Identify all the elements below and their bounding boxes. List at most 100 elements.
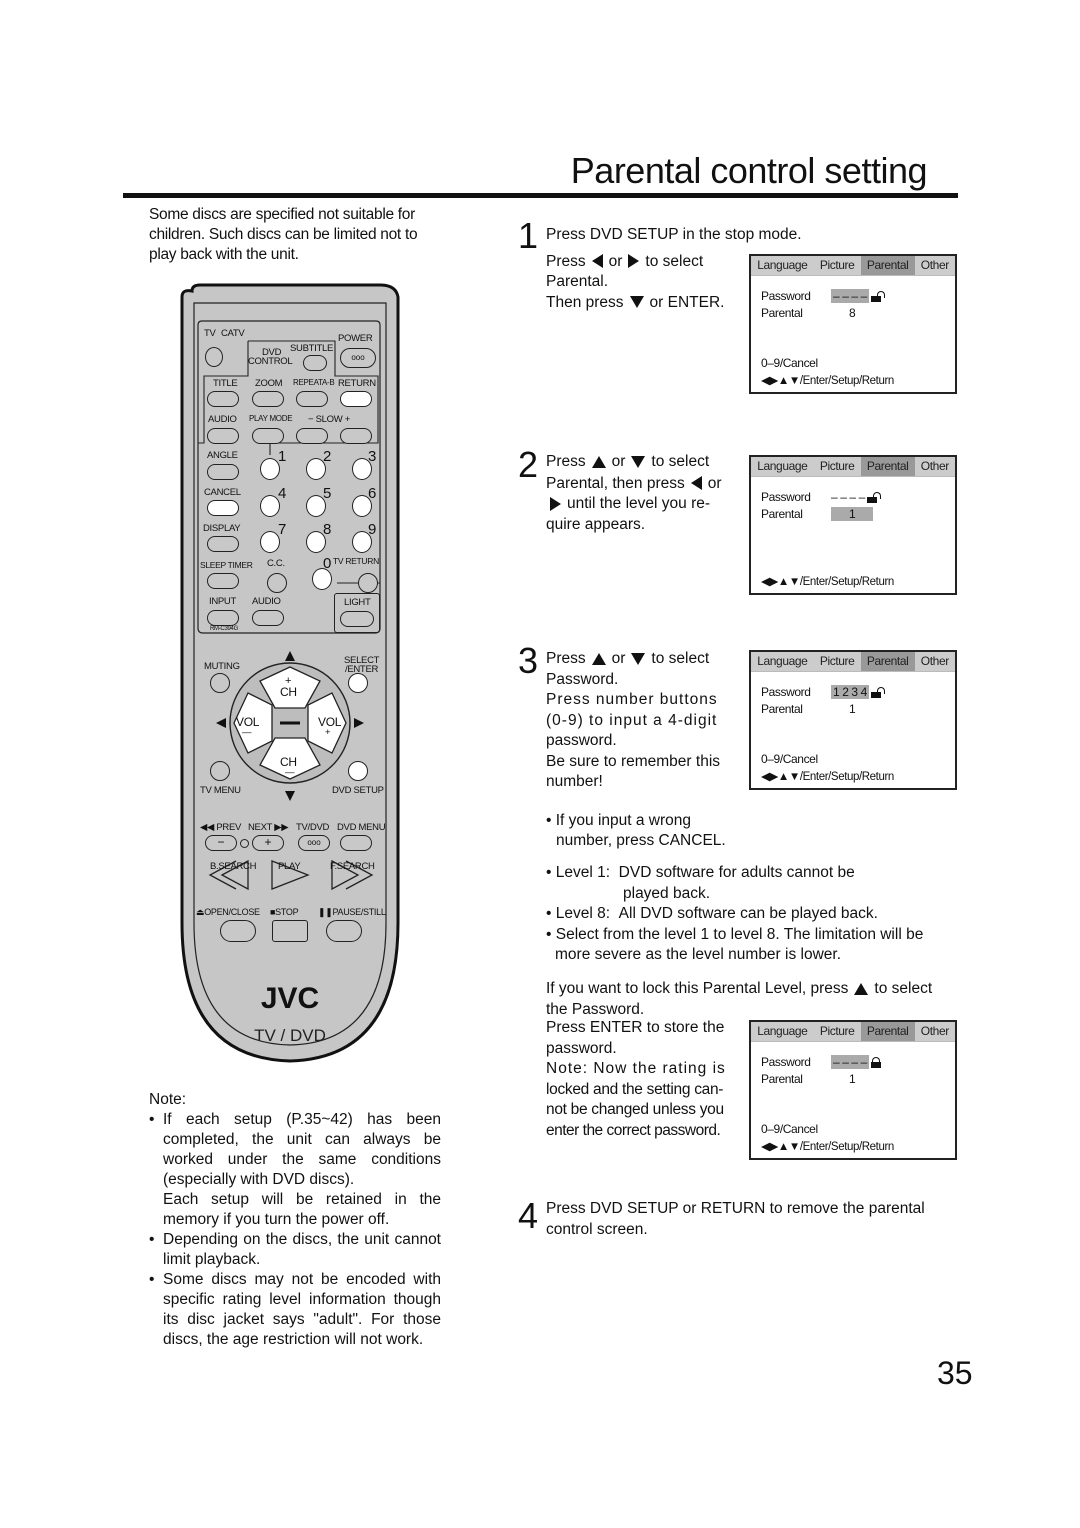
slow-minus-button[interactable] [296, 428, 328, 444]
next-button[interactable]: + [252, 835, 284, 851]
power-button[interactable]: ooo [340, 348, 376, 368]
osd-password-label: Password [761, 289, 811, 303]
osd-tab-language[interactable]: Language [751, 652, 814, 671]
input-button[interactable] [207, 610, 239, 626]
note-item: Each setup will be retained in the memor… [163, 1191, 441, 1228]
prev-button[interactable]: − [205, 835, 237, 851]
osd-parental-value[interactable]: 1 [831, 1072, 856, 1086]
osd-parental-value[interactable]: 8 [831, 306, 856, 320]
digit-7-button[interactable] [260, 531, 280, 553]
light-button[interactable] [340, 611, 374, 627]
osd-tab-picture[interactable]: Picture [814, 256, 861, 275]
osd-tab-picture[interactable]: Picture [814, 652, 861, 671]
osd-password-digits: – – – – [831, 490, 865, 504]
label-catv: CATV [221, 328, 245, 339]
digit-4-button[interactable] [260, 495, 280, 517]
page-title: Parental control setting [570, 150, 928, 191]
play-button[interactable] [272, 873, 308, 903]
label-input: INPUT [209, 596, 237, 607]
subtitle-button[interactable] [303, 355, 327, 371]
zoom-button[interactable] [252, 391, 284, 407]
label-audio: AUDIO [208, 414, 237, 425]
audio-2-button[interactable] [252, 610, 284, 626]
ch-up-button[interactable]: CH [280, 685, 297, 699]
step-4-text: Press DVD SETUP or RETURN to remove the … [546, 1199, 961, 1240]
step-3-tip-2: number, press CANCEL. [556, 832, 726, 849]
lock-section: If you want to lock this Parental Level,… [546, 979, 961, 1020]
osd-password-label: Password [761, 1055, 811, 1069]
cc-button[interactable] [267, 573, 287, 593]
note-item: Some discs may not be encoded with speci… [149, 1270, 441, 1350]
slow-plus-button[interactable] [340, 428, 372, 444]
osd-tab-other[interactable]: Other [915, 652, 955, 671]
remote-control-illustration: JVC TV / DVD TV CATV DVD CONTROL SUBTITL… [180, 283, 400, 1063]
dvd-menu-button[interactable] [340, 835, 372, 851]
osd-password-digits: – – – – [831, 1055, 869, 1069]
step-3-text: Press or to select Password. Press number … [546, 649, 741, 852]
label-play: PLAY [278, 861, 301, 872]
osd-tab-parental[interactable]: Parental [860, 457, 915, 476]
osd-tab-parental[interactable]: Parental [860, 652, 915, 671]
osd-parental-value[interactable]: 1 [831, 702, 856, 716]
osd-tab-parental[interactable]: Parental [860, 256, 915, 275]
tv-return-button[interactable] [358, 573, 378, 593]
digit-0-label: 0 [323, 555, 332, 572]
lock-details: Press ENTER to store the password. Note:… [546, 1018, 738, 1141]
sleep-timer-button[interactable] [207, 573, 239, 589]
tv-menu-button[interactable] [210, 761, 230, 781]
play-mode-button[interactable] [252, 428, 284, 444]
lock-detail-line: Note: Now the rating is [546, 1060, 726, 1077]
osd-tab-language[interactable]: Language [751, 1022, 814, 1041]
osd-password-value[interactable]: – – – – [831, 490, 881, 504]
dvd-setup-button[interactable] [348, 761, 368, 781]
step-4-line2: control screen. [546, 1220, 648, 1238]
return-button[interactable] [340, 391, 372, 407]
osd-tab-picture[interactable]: Picture [814, 457, 861, 476]
label-title: TITLE [213, 378, 238, 389]
osd-password-digits: – – – – [831, 289, 869, 303]
digit-3-label: 3 [368, 448, 377, 465]
title-button[interactable] [207, 391, 239, 407]
label-play-mode: PLAY MODE [249, 414, 293, 423]
stop-button[interactable] [272, 920, 308, 942]
osd-parental-value[interactable]: 1 [831, 507, 874, 521]
muting-button[interactable] [210, 673, 230, 693]
angle-button[interactable] [207, 464, 239, 480]
display-button[interactable] [207, 536, 239, 552]
cancel-button[interactable] [207, 500, 239, 516]
lock-detail-line: locked and the setting can- [546, 1080, 724, 1098]
osd-tab-picture[interactable]: Picture [814, 1022, 861, 1041]
open-close-button[interactable] [220, 920, 256, 942]
pause-still-button[interactable] [326, 920, 362, 942]
step-2-press: Press [546, 453, 586, 470]
osd-tab-language[interactable]: Language [751, 457, 814, 476]
page-number: 35 [937, 1355, 973, 1391]
osd-tab-language[interactable]: Language [751, 256, 814, 275]
select-enter-button[interactable] [348, 673, 368, 693]
osd-tab-other[interactable]: Other [915, 1022, 955, 1041]
osd-screen-1: Language Picture Parental Other Password – – … [749, 254, 957, 394]
lock-detail-line: Press ENTER to store the [546, 1019, 725, 1036]
osd-tab-parental[interactable]: Parental [860, 1022, 915, 1041]
label-dvd-menu: DVD MENU [337, 822, 386, 833]
step-3-number: 3 [518, 640, 539, 681]
step-3-to-select: to select [651, 650, 710, 667]
digit-1-button[interactable] [260, 458, 280, 480]
tv-catv-switch[interactable] [205, 347, 223, 367]
tv-dvd-button[interactable]: ooo [298, 835, 330, 851]
f-search-button[interactable] [330, 873, 380, 903]
level-8-label: Level 8: [555, 905, 611, 922]
step-1-press: Press [546, 252, 586, 270]
label-return: RETURN [338, 378, 376, 389]
audio-button[interactable] [207, 428, 239, 444]
osd-password-value[interactable]: – – – – [831, 1055, 885, 1069]
osd-footer-nav: ◀▶▲▼/Enter/Setup/Return [761, 1141, 894, 1153]
osd-tab-other[interactable]: Other [915, 256, 955, 275]
repeat-ab-button[interactable] [296, 391, 328, 407]
step-3-line: password. [546, 732, 617, 749]
osd-password-value[interactable]: 1 2 3 4 [831, 685, 885, 699]
osd-tab-other[interactable]: Other [915, 457, 955, 476]
label-muting: MUTING [204, 661, 240, 672]
osd-password-value[interactable]: – – – – [831, 289, 885, 303]
b-search-button[interactable] [210, 873, 260, 903]
